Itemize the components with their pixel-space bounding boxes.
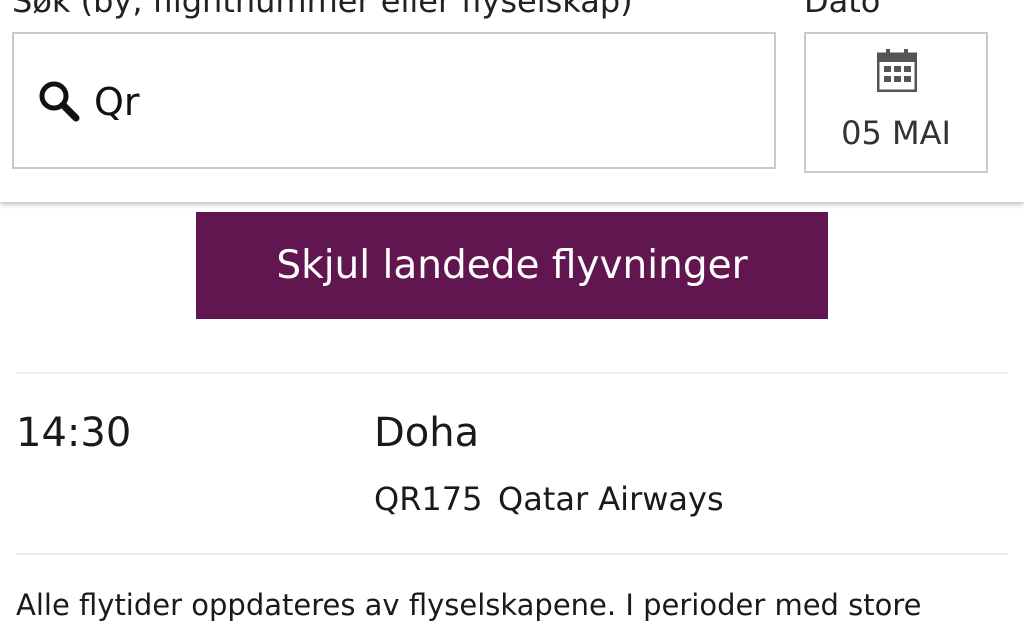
search-value: Qr [94, 80, 140, 124]
flight-time: 14:30 [16, 410, 132, 456]
search-label: Søk (by, flightnummer eller flyselskap) [12, 0, 633, 20]
search-input[interactable]: Qr [12, 32, 776, 169]
flight-airline: Qatar Airways [498, 480, 724, 518]
flight-destination: Doha [374, 410, 480, 456]
date-label: Dato [804, 0, 881, 20]
divider [16, 553, 1008, 555]
date-picker[interactable]: 05 MAI [804, 32, 988, 173]
hide-landed-flights-button[interactable]: Skjul landede flyvninger [196, 212, 828, 319]
disclaimer-text: Alle flytider oppdateres av flyselskapen… [16, 588, 922, 622]
search-panel: Søk (by, flightnummer eller flyselskap) … [0, 0, 1024, 202]
calendar-icon [876, 48, 918, 93]
search-icon [36, 78, 82, 124]
flight-number: QR175 [374, 480, 483, 518]
flight-row[interactable]: 14:30 Doha QR175 Qatar Airways [16, 374, 1008, 553]
date-value: 05 MAI [841, 114, 951, 152]
